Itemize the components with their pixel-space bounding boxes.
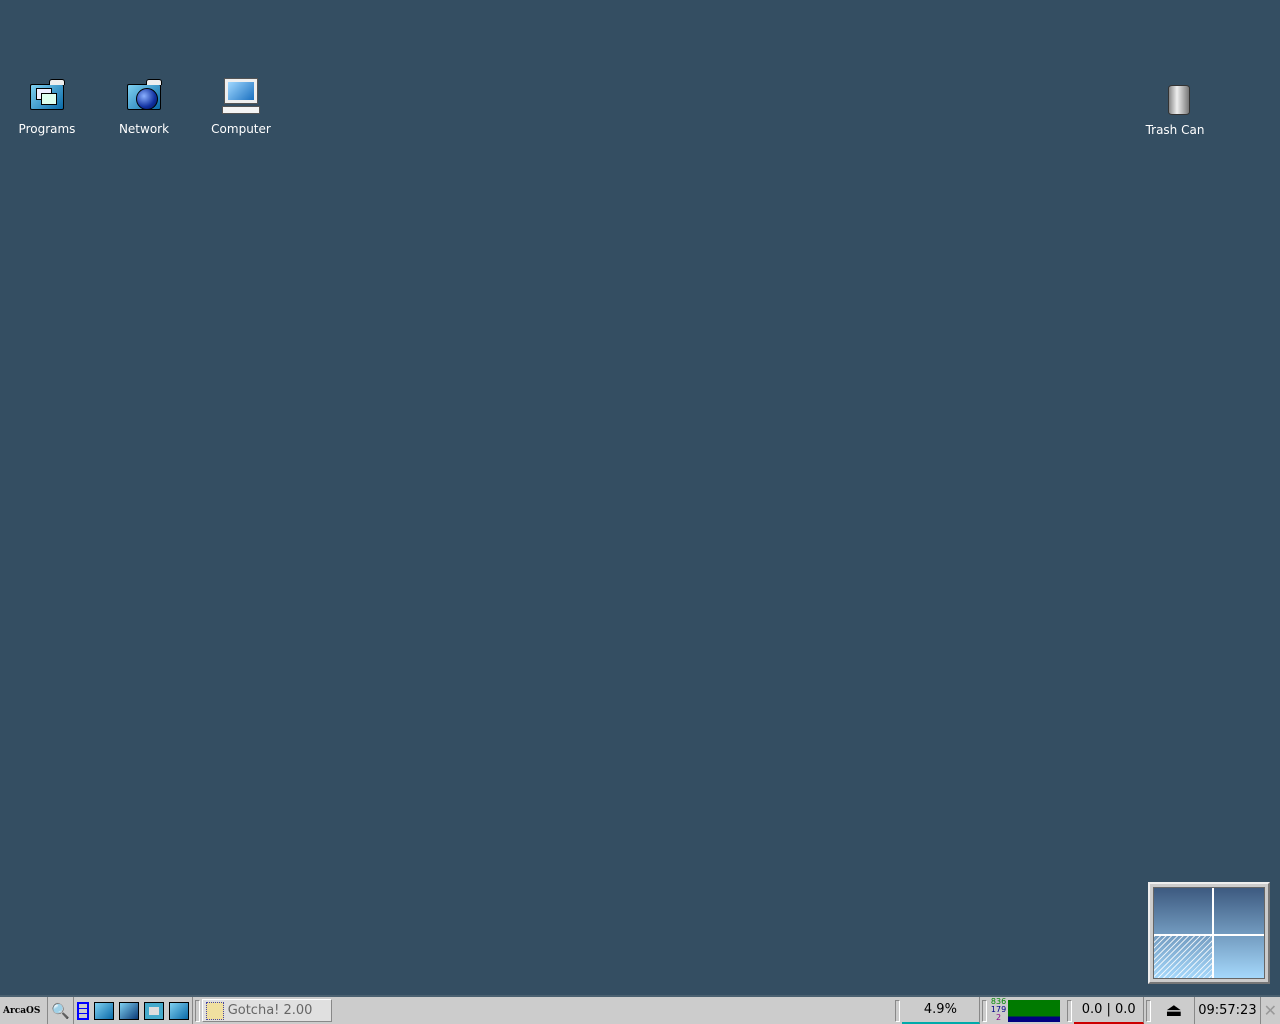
desktop-icon-trash-can[interactable]: Trash Can (1135, 77, 1215, 137)
taskbar: ArcaOS 🔍 Gotcha! 2.00 4.9% 836 179 2 0.0… (0, 995, 1280, 1024)
desktop-folder-icon[interactable] (118, 1001, 139, 1020)
desktop-icon-label: Computer (211, 122, 271, 136)
taskbar-grip (894, 999, 900, 1022)
eject-button[interactable]: ⏏ (1153, 997, 1196, 1024)
computer-icon (221, 76, 261, 116)
task-button-gotcha[interactable]: Gotcha! 2.00 (201, 999, 332, 1022)
desktop-icon-computer[interactable]: Computer (201, 76, 281, 136)
quick-launch (74, 997, 193, 1024)
memory-bar (1008, 999, 1061, 1022)
memory-monitor[interactable]: 836 179 2 (989, 997, 1008, 1024)
gotcha-icon (205, 1001, 224, 1020)
window-list-icon[interactable] (76, 1001, 89, 1020)
mem-value-3: 2 (996, 1013, 1002, 1022)
taskbar-grip (1146, 999, 1152, 1022)
desktop-icon-label: Programs (18, 122, 76, 136)
arcaos-menu-button[interactable]: ArcaOS (0, 997, 48, 1024)
system-setup-icon[interactable] (143, 1001, 164, 1020)
close-icon: ✕ (1263, 1001, 1277, 1020)
network-rate: 0.0 | 0.0 (1081, 1002, 1136, 1017)
desktop-icon-label: Network (118, 122, 170, 136)
programs-folder-icon (27, 76, 67, 116)
taskbar-grip (1067, 999, 1073, 1022)
cpu-usage: 4.9% (923, 1002, 957, 1017)
arcaos-logo: ArcaOS (3, 1005, 41, 1016)
network-folder-icon (124, 76, 164, 116)
clock[interactable]: 09:57:23 (1195, 997, 1261, 1024)
taskbar-grip (981, 999, 987, 1022)
close-taskbar-button[interactable]: ✕ (1261, 997, 1280, 1024)
taskbar-grip[interactable] (194, 999, 200, 1022)
drives-folder-icon[interactable] (93, 1001, 114, 1020)
network-monitor[interactable]: 0.0 | 0.0 (1074, 997, 1145, 1024)
desktop-icon-label: Trash Can (1145, 123, 1205, 137)
search-button[interactable]: 🔍 (48, 997, 74, 1024)
cpu-monitor[interactable]: 4.9% (901, 997, 980, 1024)
task-label: Gotcha! 2.00 (227, 1003, 313, 1018)
eject-icon: ⏏ (1165, 1000, 1183, 1021)
desktop-icon-programs[interactable]: Programs (7, 76, 87, 136)
clock-time: 09:57:23 (1198, 1003, 1257, 1018)
active-desktop[interactable] (1154, 936, 1212, 978)
desktop-icon-network[interactable]: Network (104, 76, 184, 136)
search-icon: 🔍 (51, 1001, 70, 1020)
virtual-desktop-pager[interactable] (1148, 882, 1270, 984)
trash-can-icon (1155, 77, 1195, 117)
programs-folder-icon[interactable] (168, 1001, 189, 1020)
